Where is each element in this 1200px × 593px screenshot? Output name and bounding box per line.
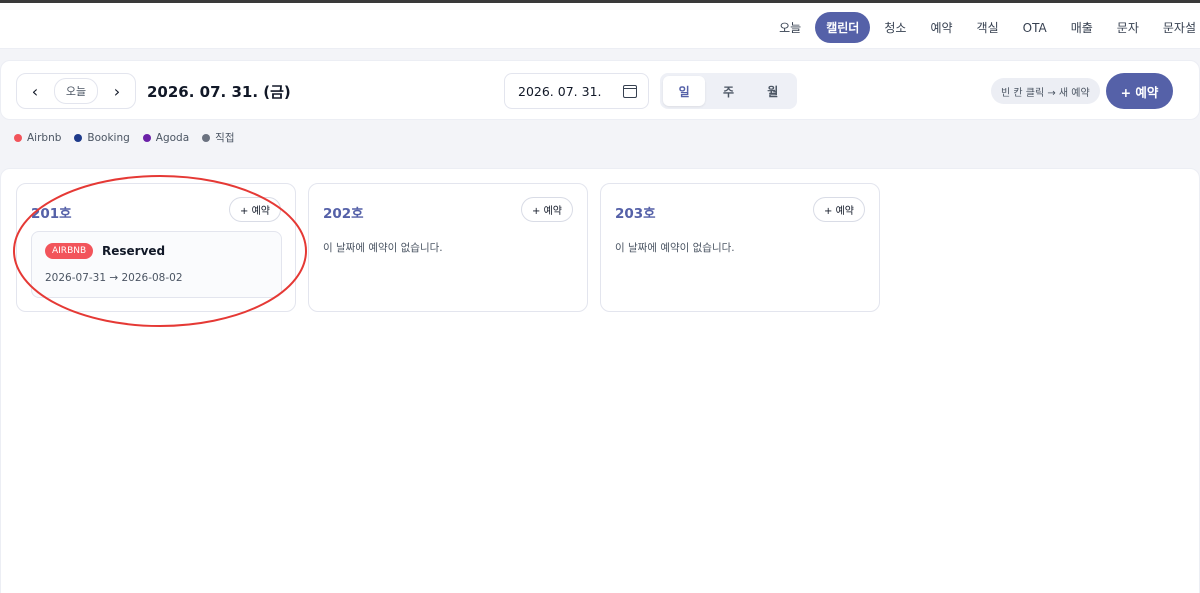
channel-badge: AIRBNB — [45, 243, 94, 259]
today-button[interactable]: 오늘 — [53, 78, 99, 104]
new-booking-button[interactable]: + 예약 — [1106, 73, 1173, 109]
legend-dot-direct — [202, 133, 211, 142]
calendar-toolbar: ‹ 오늘 › 2026. 07. 31. (금) 2026. 07. 31. 일… — [0, 60, 1200, 120]
legend-label: Agoda — [155, 131, 190, 144]
empty-message: 이 날짜에 예약이 없습니다. — [323, 242, 443, 254]
new-booking-hint: 빈 칸 클릭 → 새 예약 — [991, 78, 1100, 104]
legend-item-agoda: Agoda — [142, 130, 190, 145]
prev-day-button[interactable]: ‹ — [27, 82, 43, 101]
room-title: 202호 — [323, 206, 364, 222]
next-day-button[interactable]: › — [109, 82, 125, 101]
legend-dot-airbnb — [14, 133, 22, 142]
view-month-button[interactable]: 월 — [752, 76, 794, 106]
nav-item-rooms[interactable]: 객실 — [967, 13, 1009, 42]
nav-item-today[interactable]: 오늘 — [769, 13, 811, 42]
reservation-status: Reserved — [102, 244, 166, 258]
view-switcher: 일 주 월 — [660, 73, 797, 109]
legend-item-airbnb: Airbnb — [14, 130, 61, 145]
legend-dot-agoda — [142, 133, 151, 142]
legend-label: Booking — [87, 131, 130, 144]
nav-item-calendar[interactable]: 캘린더 — [815, 12, 871, 43]
nav-item-sales[interactable]: 매출 — [1061, 13, 1103, 42]
view-week-button[interactable]: 주 — [707, 76, 749, 106]
view-day-button[interactable]: 일 — [663, 76, 706, 106]
reservation-dates: 2026-07-31 → 2026-08-02 — [45, 272, 183, 284]
room-title: 201호 — [31, 206, 72, 222]
room-card-201[interactable]: 201호 + 예약 AIRBNB Reserved 2026-07-31 → 2… — [16, 183, 296, 312]
top-navigation: 오늘 캘린더 청소 예약 객실 OTA 매출 문자 문자설 — [0, 3, 1200, 49]
empty-message: 이 날짜에 예약이 없습니다. — [615, 242, 735, 254]
room-add-booking-button[interactable]: + 예약 — [813, 197, 865, 222]
date-navigator: ‹ 오늘 › — [16, 73, 136, 109]
nav-menu: 오늘 캘린더 청소 예약 객실 OTA 매출 문자 문자설 — [769, 12, 1200, 43]
nav-item-sms-settings[interactable]: 문자설 — [1153, 13, 1200, 42]
legend-item-booking: Booking — [74, 130, 130, 145]
nav-item-ota[interactable]: OTA — [1013, 15, 1057, 41]
nav-item-sms[interactable]: 문자 — [1107, 13, 1149, 42]
current-date-title: 2026. 07. 31. (금) — [147, 83, 291, 101]
legend-item-direct: 직접 — [202, 130, 234, 145]
room-board: 201호 + 예약 AIRBNB Reserved 2026-07-31 → 2… — [0, 168, 1200, 593]
date-picker-input[interactable]: 2026. 07. 31. — [504, 73, 649, 109]
nav-item-reservations[interactable]: 예약 — [920, 13, 962, 42]
calendar-icon[interactable] — [623, 84, 637, 98]
reservation-card[interactable]: AIRBNB Reserved 2026-07-31 → 2026-08-02 — [31, 231, 282, 298]
date-picker-value: 2026. 07. 31. — [518, 83, 602, 99]
room-card-203[interactable]: 203호 + 예약 이 날짜에 예약이 없습니다. — [600, 183, 880, 312]
nav-item-cleaning[interactable]: 청소 — [874, 13, 916, 42]
room-add-booking-button[interactable]: + 예약 — [229, 197, 281, 222]
room-title: 203호 — [615, 206, 656, 222]
channel-legend: Airbnb Booking Agoda 직접 — [14, 130, 234, 145]
legend-label: 직접 — [215, 132, 235, 144]
room-card-202[interactable]: 202호 + 예약 이 날짜에 예약이 없습니다. — [308, 183, 588, 312]
room-add-booking-button[interactable]: + 예약 — [521, 197, 573, 222]
legend-label: Airbnb — [27, 131, 62, 144]
legend-dot-booking — [74, 133, 83, 142]
